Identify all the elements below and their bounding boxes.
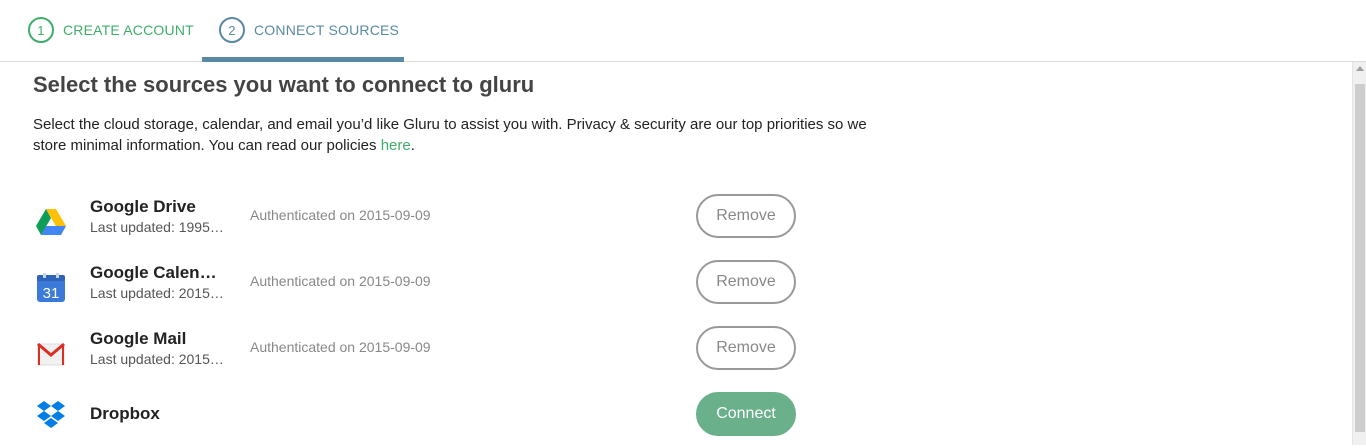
source-row-google-mail: Google Mail Last updated: 2015-09-09 Aut… [0, 326, 820, 382]
step-label-create-account: CREATE ACCOUNT [63, 22, 194, 38]
source-last-updated: Last updated: 1995-09-09 [90, 219, 227, 235]
source-row-google-calendar: 31 Google Calendar Last updated: 2015-09… [0, 260, 820, 316]
vertical-scrollbar[interactable] [1352, 62, 1366, 445]
scroll-up-arrow-icon[interactable] [1356, 66, 1364, 71]
description-text: Select the cloud storage, calendar, and … [33, 116, 867, 154]
steps-header: 1 CREATE ACCOUNT 2 CONNECT SOURCES [0, 0, 1366, 62]
step-number-2: 2 [219, 17, 245, 43]
google-calendar-icon: 31 [35, 272, 67, 304]
source-name: Google Mail [90, 329, 187, 348]
source-auth-status: Authenticated on 2015-09-09 [250, 273, 431, 289]
calendar-icon-day: 31 [43, 285, 60, 302]
remove-google-mail-button[interactable]: Remove [696, 326, 796, 370]
source-last-updated: Last updated: 2015-09-09 [90, 351, 227, 367]
source-name: Dropbox [90, 404, 160, 423]
remove-google-drive-button[interactable]: Remove [696, 194, 796, 238]
main-content: Select the sources you want to connect t… [0, 62, 1352, 445]
page-description: Select the cloud storage, calendar, and … [33, 114, 883, 156]
step-connect-sources[interactable]: 2 CONNECT SOURCES [219, 15, 399, 45]
source-last-updated: Last updated: 2015-09-09 [90, 285, 227, 301]
source-auth-status: Authenticated on 2015-09-09 [250, 207, 431, 223]
source-name: Google Calendar [90, 263, 225, 282]
dropbox-icon [35, 399, 67, 431]
source-row-dropbox: Dropbox Connect [0, 392, 820, 448]
source-auth-status: Authenticated on 2015-09-09 [250, 339, 431, 355]
scroll-thumb[interactable] [1355, 84, 1365, 432]
source-name: Google Drive [90, 197, 196, 216]
remove-google-calendar-button[interactable]: Remove [696, 260, 796, 304]
google-drive-icon [35, 206, 67, 238]
page-title: Select the sources you want to connect t… [33, 72, 535, 97]
connect-dropbox-button[interactable]: Connect [696, 392, 796, 436]
source-row-google-drive: Google Drive Last updated: 1995-09-09 Au… [0, 194, 820, 250]
description-end: . [410, 137, 415, 154]
step-number-1: 1 [28, 17, 54, 43]
step-label-connect-sources: CONNECT SOURCES [254, 22, 400, 38]
step-create-account[interactable]: 1 CREATE ACCOUNT [28, 15, 194, 45]
gmail-icon [35, 338, 67, 370]
policies-link[interactable]: here [381, 137, 411, 154]
